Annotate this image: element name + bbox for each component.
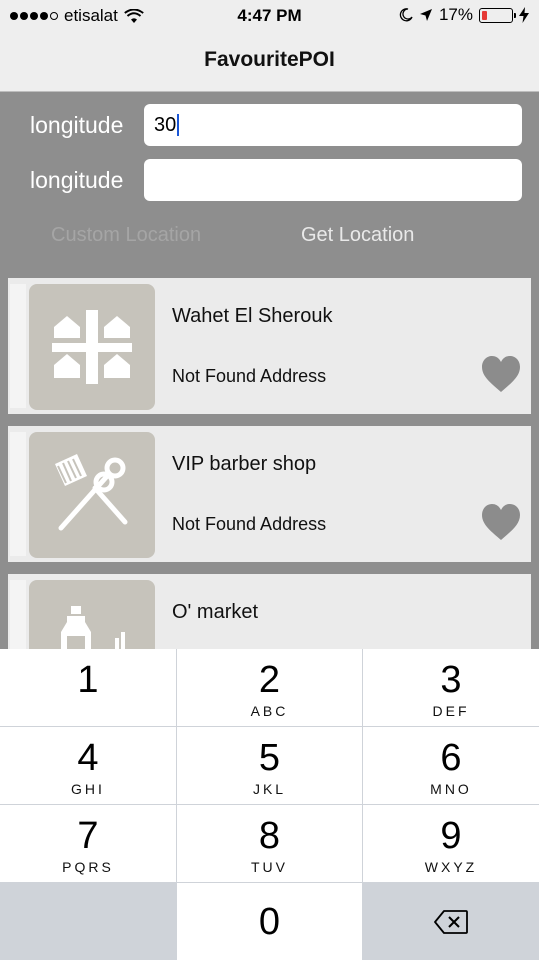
key-letters: PQRS — [62, 859, 114, 875]
blank-key — [0, 883, 176, 960]
card-edge — [10, 432, 26, 556]
key-8[interactable]: 8 TUV — [177, 805, 362, 882]
poi-thumbnail — [29, 432, 155, 558]
poi-card[interactable]: Wahet El Sherouk Not Found Address — [8, 278, 531, 414]
charging-bolt-icon — [519, 7, 529, 23]
key-digit: 1 — [77, 659, 99, 701]
custom-location-button[interactable]: Custom Location — [51, 224, 201, 247]
key-digit: 8 — [258, 815, 281, 857]
barber-comb-scissors-icon — [55, 454, 128, 531]
battery-percent: 17% — [438, 5, 473, 24]
longitude-label: longitude — [30, 112, 124, 138]
longitude-input[interactable]: 30 — [144, 104, 522, 146]
navigation-bar: FavouritePOI — [0, 32, 539, 92]
poi-address: Not Found Address — [172, 366, 327, 386]
card-edge — [10, 284, 26, 408]
longitude-input-value: 30 — [154, 113, 177, 136]
location-form: longitude 30 longitude Custom Location G… — [0, 92, 539, 278]
poi-address: Not Found Address — [172, 514, 327, 534]
key-2[interactable]: 2 ABC — [177, 649, 362, 726]
battery-level — [482, 10, 487, 20]
key-digit: 9 — [440, 815, 462, 857]
key-6[interactable]: 6 MNO — [363, 727, 539, 804]
key-digit: 6 — [440, 737, 462, 779]
heart-icon[interactable] — [480, 354, 522, 394]
battery-icon — [479, 7, 516, 23]
numeric-keypad: 1 2 ABC 3 DEF 4 GHI 5 JKL 6 MNO 7 PQRS 8… — [0, 649, 539, 960]
key-9[interactable]: 9 WXYZ — [363, 805, 539, 882]
heart-icon[interactable] — [480, 502, 522, 542]
key-5[interactable]: 5 JKL — [177, 727, 362, 804]
poi-card[interactable]: VIP barber shop Not Found Address — [8, 426, 531, 562]
key-digit: 4 — [77, 737, 99, 779]
key-letters: TUV — [251, 859, 288, 875]
key-4[interactable]: 4 GHI — [0, 727, 176, 804]
moon-icon — [399, 8, 413, 22]
status-bar: etisalat 4:47 PM 17% — [0, 0, 539, 32]
backspace-icon — [434, 910, 468, 934]
key-digit: 3 — [440, 659, 462, 701]
status-right: 17% — [399, 5, 529, 25]
key-1[interactable]: 1 — [0, 649, 176, 726]
delete-key[interactable] — [363, 883, 539, 960]
key-letters: MNO — [430, 781, 472, 797]
poi-name: O' market — [172, 601, 259, 623]
key-digit: 5 — [258, 737, 281, 779]
key-digit: 2 — [258, 659, 281, 701]
second-longitude-input[interactable] — [144, 159, 522, 201]
key-letters: JKL — [252, 781, 287, 797]
key-digit: 0 — [258, 901, 281, 943]
key-7[interactable]: 7 PQRS — [0, 805, 176, 882]
key-digit: 7 — [77, 815, 99, 857]
second-longitude-label: longitude — [30, 167, 124, 193]
page-title: FavouritePOI — [204, 48, 335, 71]
key-0[interactable]: 0 — [177, 883, 362, 960]
poi-name: VIP barber shop — [172, 453, 317, 475]
poi-thumbnail — [29, 284, 155, 410]
text-caret — [177, 114, 180, 136]
key-letters: GHI — [71, 781, 105, 797]
poi-name: Wahet El Sherouk — [172, 305, 333, 327]
key-letters: WXYZ — [424, 859, 478, 875]
key-letters: DEF — [432, 703, 470, 719]
location-arrow-icon — [419, 9, 432, 21]
key-letters: ABC — [250, 703, 289, 719]
get-location-button[interactable]: Get Location — [301, 224, 414, 247]
key-3[interactable]: 3 DEF — [363, 649, 539, 726]
housing-compound-icon — [52, 310, 132, 384]
